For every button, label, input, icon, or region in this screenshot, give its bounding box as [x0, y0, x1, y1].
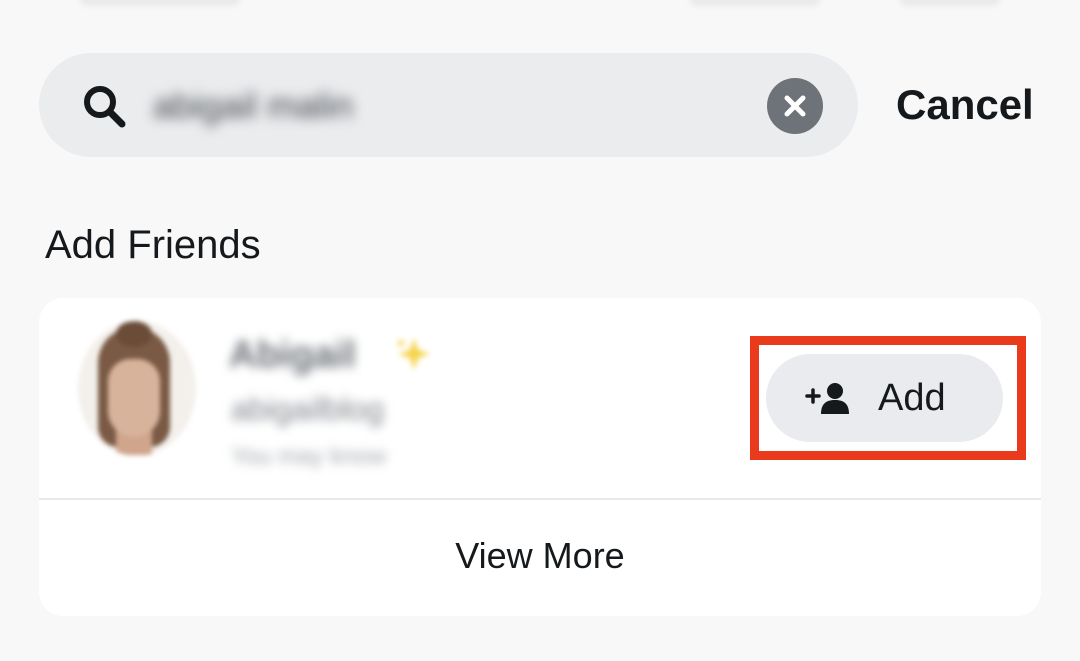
search-icon — [84, 86, 126, 128]
search-input[interactable]: abigail malin — [153, 84, 353, 128]
close-icon — [784, 95, 806, 117]
view-more-label: View More — [455, 535, 625, 576]
friend-username: abigailblog — [231, 391, 385, 427]
avatar-face — [108, 359, 160, 437]
status-bar-ghost — [690, 0, 820, 6]
status-bar-ghost — [80, 0, 240, 6]
cancel-button[interactable]: Cancel — [896, 79, 1034, 131]
sparkle-icon — [398, 338, 430, 370]
add-button-label[interactable]: Add — [878, 375, 946, 421]
clear-search-button[interactable] — [767, 78, 823, 134]
avatar[interactable] — [78, 321, 196, 456]
friend-display-name[interactable]: Abigail — [229, 333, 356, 377]
add-friend-icon — [805, 383, 849, 414]
add-friends-screen: abigail malin Cancel Add Friends Abigail… — [0, 0, 1080, 661]
friend-subtitle: You may know — [231, 443, 387, 470]
view-more-button[interactable]: View More — [39, 500, 1041, 616]
avatar-bun — [116, 321, 152, 347]
section-title: Add Friends — [45, 223, 261, 267]
status-bar-ghost — [900, 0, 1000, 6]
